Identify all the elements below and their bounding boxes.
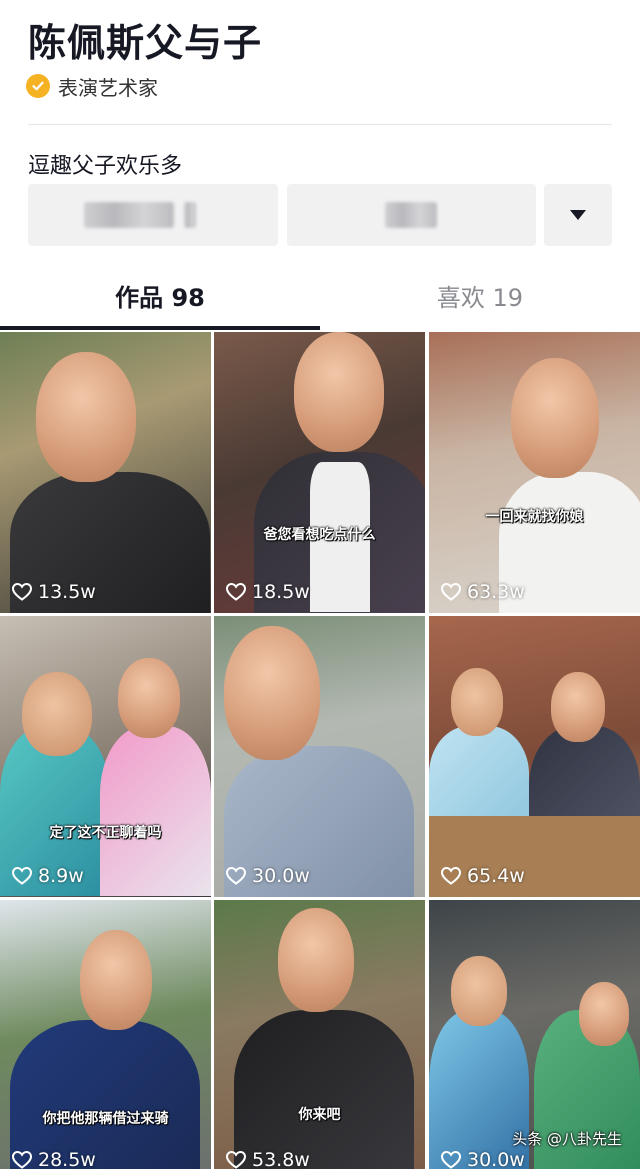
- check-badge-icon: [26, 74, 50, 98]
- video-thumbnail-1[interactable]: 13.5w: [0, 332, 211, 613]
- like-count: 13.5w: [38, 581, 96, 603]
- blurred-text: [385, 202, 437, 228]
- like-count-row: 63.3w: [441, 581, 525, 603]
- like-count: 53.8w: [252, 1149, 310, 1169]
- video-thumbnail-7[interactable]: 你把他那辆借过来骑 28.5w: [0, 900, 211, 1169]
- blurred-link-right[interactable]: [287, 184, 536, 246]
- like-count-row: 30.0w: [226, 865, 310, 887]
- like-count-row: 28.5w: [12, 1149, 96, 1169]
- like-count: 30.0w: [252, 865, 310, 887]
- heart-outline-icon: [12, 867, 32, 885]
- like-count: 28.5w: [38, 1149, 96, 1169]
- like-count-row: 13.5w: [12, 581, 96, 603]
- verification-label: 表演艺术家: [58, 75, 158, 100]
- like-count: 30.0w: [467, 1149, 525, 1169]
- heart-outline-icon: [12, 1151, 32, 1169]
- profile-page: 陈佩斯父与子 表演艺术家 逗趣父子欢乐多 作品 98 喜欢 19 13.5w 爸…: [0, 0, 640, 1169]
- video-thumbnail-4[interactable]: 定了这不正聊着吗 8.9w: [0, 616, 211, 897]
- triangle-down-icon: [570, 210, 586, 220]
- video-caption: 定了这不正聊着吗: [49, 825, 162, 841]
- profile-name: 陈佩斯父与子: [28, 21, 263, 65]
- tab-bar: 作品 98 喜欢 19: [0, 264, 640, 330]
- like-count: 18.5w: [252, 581, 310, 603]
- heart-outline-icon: [12, 583, 32, 601]
- video-thumbnail-3[interactable]: 一回来就找你娘 63.3w: [429, 332, 640, 613]
- video-caption: 一回来就找你娘: [485, 509, 584, 525]
- video-caption: 你把他那辆借过来骑: [42, 1111, 169, 1127]
- video-caption: 你来吧: [298, 1107, 341, 1123]
- like-count: 63.3w: [467, 581, 525, 603]
- heart-outline-icon: [226, 583, 246, 601]
- verification-row: 表演艺术家: [26, 72, 158, 100]
- active-tab-indicator: [0, 326, 320, 330]
- like-count: 65.4w: [467, 865, 525, 887]
- video-caption: 爸您看想吃点什么: [263, 527, 376, 543]
- heart-outline-icon: [441, 867, 461, 885]
- like-count-row: 53.8w: [226, 1149, 310, 1169]
- blurred-text: [84, 202, 174, 228]
- heart-outline-icon: [226, 867, 246, 885]
- blurred-text: [184, 202, 196, 228]
- heart-outline-icon: [441, 583, 461, 601]
- heart-outline-icon: [226, 1151, 246, 1169]
- divider: [28, 124, 612, 125]
- like-count-row: 18.5w: [226, 581, 310, 603]
- tab-likes[interactable]: 喜欢 19: [320, 264, 640, 326]
- video-thumbnail-5[interactable]: 30.0w: [214, 616, 425, 897]
- video-thumbnail-8[interactable]: 你来吧 53.8w: [214, 900, 425, 1169]
- like-count-row: 65.4w: [441, 865, 525, 887]
- video-thumbnail-2[interactable]: 爸您看想吃点什么 18.5w: [214, 332, 425, 613]
- watermark: 头条 @八卦先生: [512, 1130, 622, 1148]
- tab-works[interactable]: 作品 98: [0, 264, 320, 326]
- heart-outline-icon: [441, 1151, 461, 1169]
- expand-button[interactable]: [544, 184, 612, 246]
- like-count-row: 8.9w: [12, 865, 84, 887]
- video-thumbnail-6[interactable]: 65.4w: [429, 616, 640, 897]
- blurred-link-left[interactable]: [28, 184, 278, 246]
- like-count: 8.9w: [38, 865, 84, 887]
- profile-bio: 逗趣父子欢乐多: [28, 154, 183, 179]
- like-count-row: 30.0w: [441, 1149, 525, 1169]
